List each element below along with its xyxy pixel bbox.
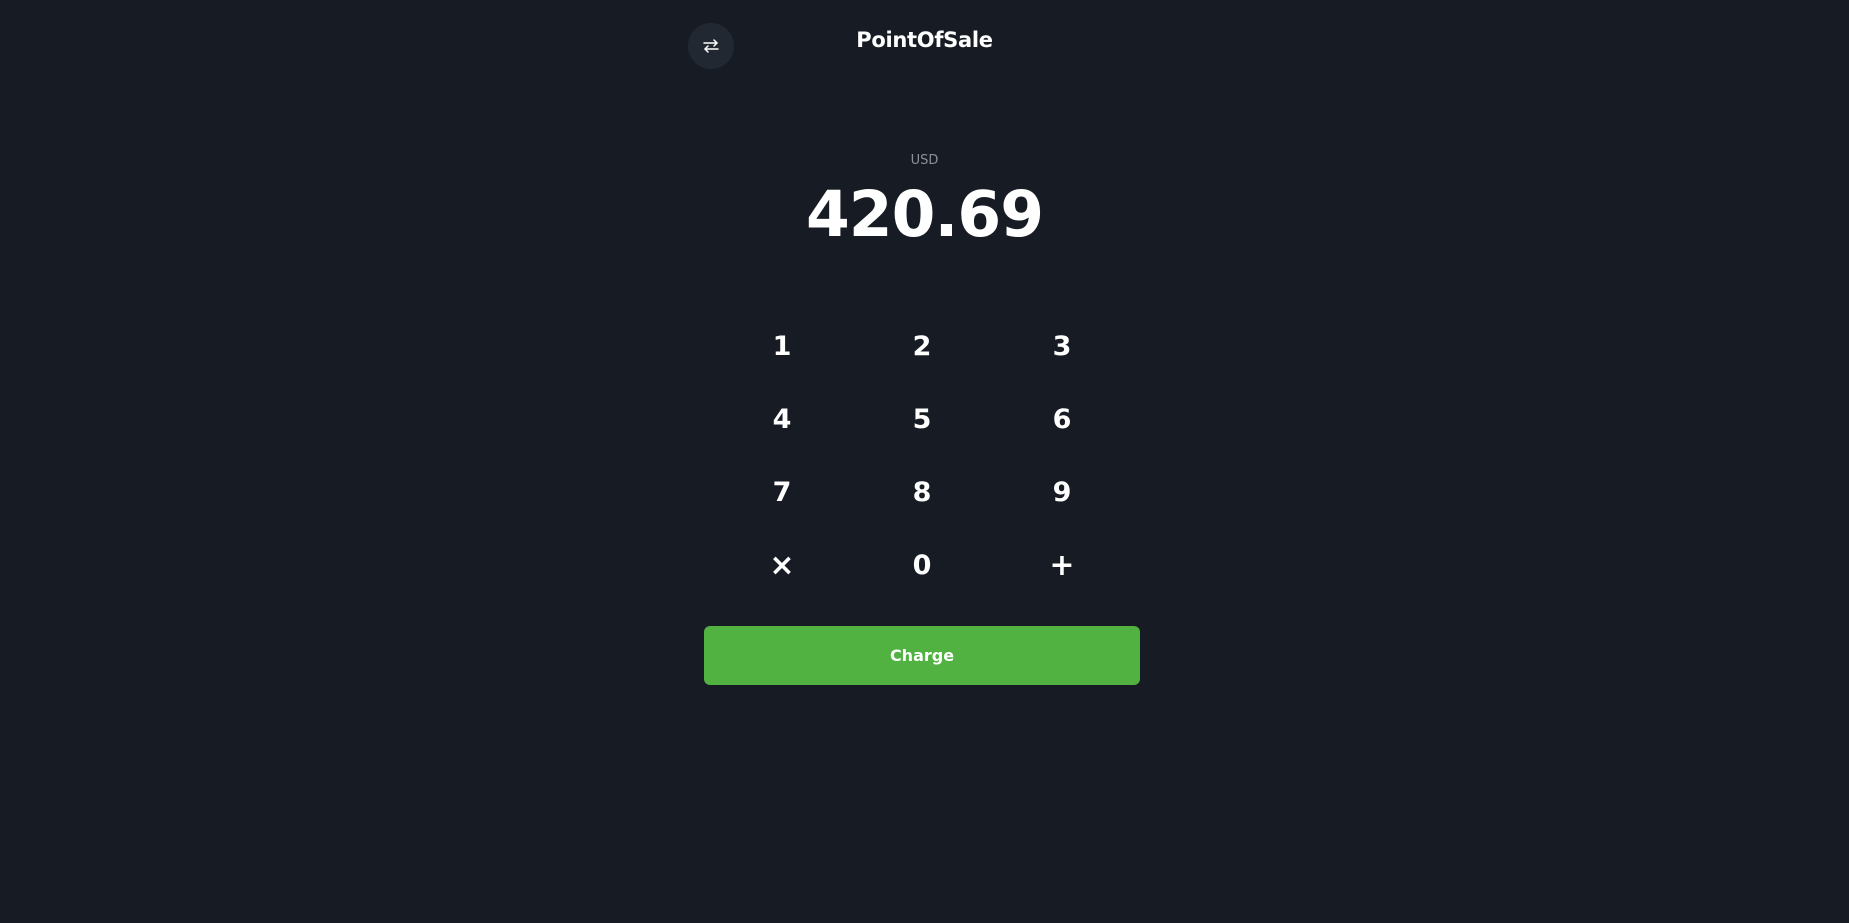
currency-label: USD (910, 153, 939, 168)
key-clear[interactable]: × (712, 529, 852, 602)
key-1[interactable]: 1 (712, 310, 852, 383)
header: PointOfSale (0, 0, 1849, 90)
charge-button[interactable]: Charge (704, 626, 1140, 685)
keypad: 1 2 3 4 5 6 7 8 9 × 0 + (712, 310, 1132, 602)
amount-display: 420.69 (805, 178, 1044, 251)
key-9[interactable]: 9 (992, 456, 1132, 529)
key-0[interactable]: 0 (852, 529, 992, 602)
point-of-sale-app: PointOfSale USD 420.69 1 2 3 4 5 6 7 8 9… (0, 0, 1849, 923)
key-5[interactable]: 5 (852, 383, 992, 456)
key-8[interactable]: 8 (852, 456, 992, 529)
app-title: PointOfSale (856, 28, 993, 52)
key-4[interactable]: 4 (712, 383, 852, 456)
key-3[interactable]: 3 (992, 310, 1132, 383)
key-6[interactable]: 6 (992, 383, 1132, 456)
key-2[interactable]: 2 (852, 310, 992, 383)
key-plus[interactable]: + (992, 529, 1132, 602)
key-7[interactable]: 7 (712, 456, 852, 529)
